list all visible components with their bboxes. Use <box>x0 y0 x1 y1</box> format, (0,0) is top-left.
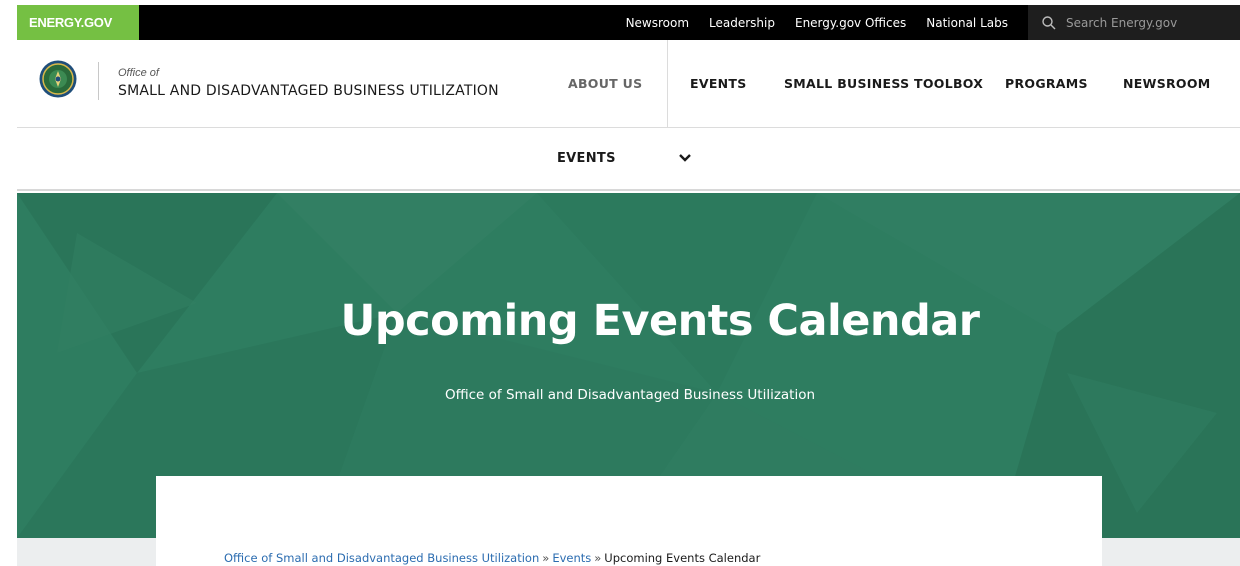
search-box[interactable] <box>1028 5 1240 40</box>
utility-link-offices[interactable]: Energy.gov Offices <box>795 16 906 30</box>
sub-nav: EVENTS <box>17 129 1240 191</box>
chevron-down-icon[interactable] <box>678 153 692 163</box>
breadcrumb-link-events[interactable]: Events <box>552 551 591 565</box>
utility-bar: ENERGY.GOV Newsroom Leadership Energy.go… <box>17 5 1240 40</box>
site-header: Office of SMALL AND DISADVANTAGED BUSINE… <box>17 40 1240 128</box>
nav-about-us[interactable]: ABOUT US <box>568 76 642 91</box>
nav-divider <box>667 40 668 128</box>
nav-programs[interactable]: PROGRAMS <box>1005 76 1088 91</box>
page: ENERGY.GOV Newsroom Leadership Energy.go… <box>0 0 1240 566</box>
utility-link-leadership[interactable]: Leadership <box>709 16 775 30</box>
utility-link-newsroom[interactable]: Newsroom <box>626 16 689 30</box>
content-card: Office of Small and Disadvantaged Busine… <box>156 476 1102 566</box>
search-icon[interactable] <box>1042 15 1056 30</box>
doe-seal-icon[interactable] <box>39 60 77 98</box>
office-divider <box>98 62 99 100</box>
office-name[interactable]: SMALL AND DISADVANTAGED BUSINESS UTILIZA… <box>118 83 499 99</box>
office-of-label: Office of <box>118 67 159 79</box>
utility-link-national-labs[interactable]: National Labs <box>926 16 1008 30</box>
hero-subtitle: Office of Small and Disadvantaged Busine… <box>444 387 816 403</box>
nav-small-business-toolbox[interactable]: SMALL BUSINESS TOOLBOX <box>784 76 983 91</box>
nav-events[interactable]: EVENTS <box>690 76 747 91</box>
breadcrumb-link-office[interactable]: Office of Small and Disadvantaged Busine… <box>224 551 539 565</box>
energy-gov-logo-link[interactable]: ENERGY.GOV <box>17 5 139 40</box>
subnav-events-label[interactable]: EVENTS <box>557 151 616 166</box>
breadcrumb-separator: » <box>542 551 550 565</box>
nav-newsroom[interactable]: NEWSROOM <box>1123 76 1211 91</box>
breadcrumb-current: Upcoming Events Calendar <box>604 551 761 565</box>
breadcrumb: Office of Small and Disadvantaged Busine… <box>224 551 760 565</box>
breadcrumb-separator: » <box>594 551 602 565</box>
page-title: Upcoming Events Calendar <box>340 296 980 346</box>
search-input[interactable] <box>1066 15 1216 30</box>
utility-links: Newsroom Leadership Energy.gov Offices N… <box>606 5 1008 40</box>
